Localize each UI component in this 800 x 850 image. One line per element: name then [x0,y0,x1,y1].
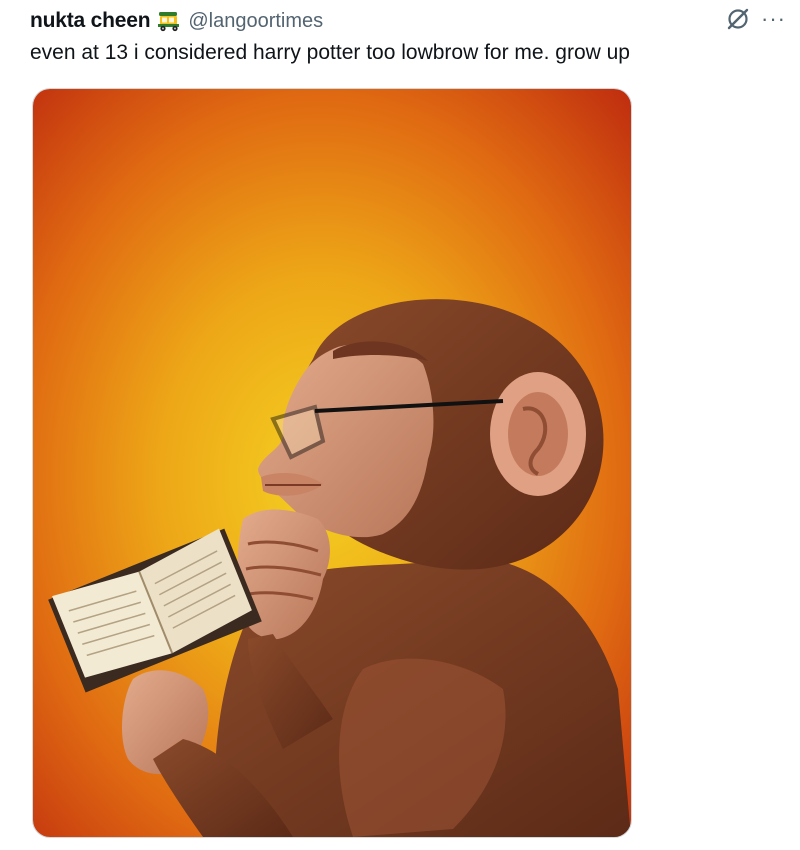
display-name[interactable]: nukta cheen [30,9,151,33]
grok-icon[interactable] [725,6,751,32]
handle[interactable]: @langoortimes [188,10,323,33]
auto-rickshaw-icon [156,10,182,32]
tweet: nukta cheen @langoortimes ··· even at 13… [0,0,800,850]
tweet-media-image[interactable] [32,88,632,838]
more-icon[interactable]: ··· [761,8,786,30]
chimp-reading-painting [33,89,631,837]
header-actions: ··· [725,6,786,32]
tweet-header: nukta cheen @langoortimes [30,8,323,34]
tweet-text: even at 13 i considered harry potter too… [30,41,630,64]
